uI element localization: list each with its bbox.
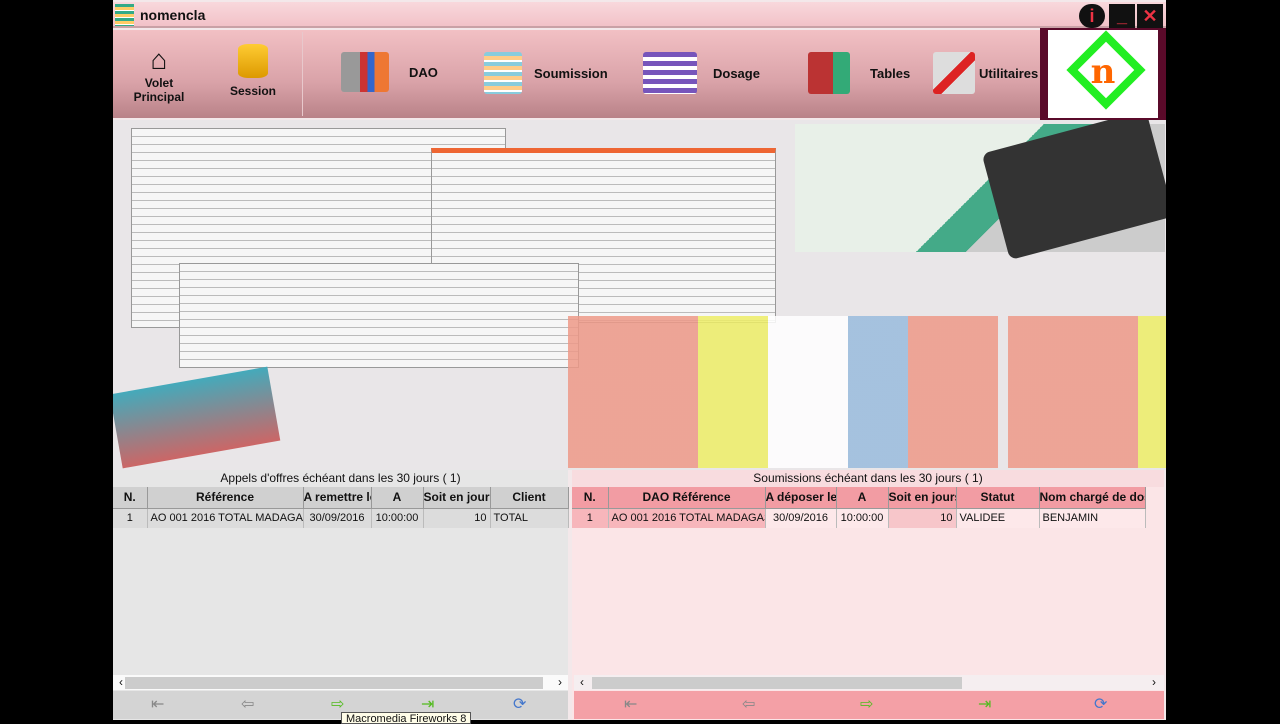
refresh-button[interactable]: ⟳	[513, 696, 526, 714]
scroll-left-icon[interactable]: ‹	[580, 675, 584, 690]
toolbar-separator	[302, 32, 303, 116]
scroll-right-icon[interactable]: ›	[1152, 675, 1156, 690]
utilitaires-button[interactable]: Utilitaires	[933, 52, 1038, 94]
column-header[interactable]: Soit en jours	[888, 487, 957, 509]
close-button[interactable]: ✕	[1137, 4, 1163, 28]
column-header[interactable]: Client	[490, 487, 569, 509]
last-record-button[interactable]: ⇥	[978, 696, 991, 714]
dosage-button[interactable]: Dosage	[643, 52, 760, 94]
binders-icon	[341, 52, 389, 92]
app-window: nomencla i _ ✕ ⌂ Volet Principal Session…	[113, 0, 1166, 724]
minimize-button[interactable]: _	[1109, 4, 1135, 28]
appels-offres-panel: Appels d'offres échéant dans les 30 jour…	[113, 470, 569, 720]
panel-title: Soumissions échéant dans les 30 jours ( …	[572, 470, 1164, 487]
refresh-button[interactable]: ⟳	[1094, 696, 1107, 714]
soumission-button[interactable]: Soumission	[484, 52, 608, 94]
tables-icon	[808, 52, 850, 94]
form-icon	[643, 52, 697, 94]
table-row[interactable]: 1 AO 001 2016 TOTAL MADAGASCAR 30/09/201…	[113, 508, 569, 528]
tables-button[interactable]: Tables	[808, 52, 910, 94]
horizontal-scrollbar[interactable]: ‹ ›	[113, 675, 568, 690]
first-record-button[interactable]: ⇤	[151, 696, 164, 714]
tooltip: Macromedia Fireworks 8	[341, 712, 472, 724]
session-button[interactable]: Session	[223, 44, 283, 98]
column-header[interactable]: A	[371, 487, 424, 509]
navigation-bar: ⇤ ⇦ ⇨ ⇥ ⟳	[574, 691, 1164, 719]
panel-title: Appels d'offres échéant dans les 30 jour…	[220, 471, 461, 485]
banner-image	[113, 120, 1166, 470]
previous-record-button[interactable]: ⇦	[241, 696, 254, 714]
app-icon	[115, 4, 134, 26]
table-row[interactable]: 1 AO 001 2016 TOTAL MADAGASCAR 30/09/201…	[572, 508, 1146, 528]
info-button[interactable]: i	[1079, 4, 1105, 28]
column-header[interactable]: A remettre le	[303, 487, 372, 509]
scroll-left-icon[interactable]: ‹	[119, 675, 123, 690]
scroll-right-icon[interactable]: ›	[558, 675, 562, 690]
column-header[interactable]: Soit en jours	[423, 487, 491, 509]
column-header[interactable]: N.	[113, 487, 148, 509]
database-icon	[238, 44, 268, 78]
column-header[interactable]: Nom chargé de dos.	[1039, 487, 1146, 509]
column-header[interactable]: Statut	[956, 487, 1040, 509]
column-header[interactable]: A déposer le	[765, 487, 837, 509]
home-icon: ⌂	[150, 44, 168, 75]
column-header[interactable]: DAO Référence	[608, 487, 766, 509]
appels-offres-table: N. Référence A remettre le A Soit en jou…	[113, 487, 569, 528]
dao-button[interactable]: DAO	[341, 52, 438, 92]
window-title: nomencla	[140, 7, 206, 23]
next-record-button[interactable]: ⇨	[860, 696, 873, 714]
title-bar: nomencla i _ ✕	[113, 2, 1166, 28]
app-logo: n	[1040, 28, 1166, 120]
previous-record-button[interactable]: ⇦	[742, 696, 755, 714]
first-record-button[interactable]: ⇤	[624, 696, 637, 714]
column-header[interactable]: Référence	[147, 487, 304, 509]
spreadsheet-icon	[484, 52, 522, 94]
swiss-knife-icon	[933, 52, 975, 94]
soumissions-table: N. DAO Référence A déposer le A Soit en …	[572, 487, 1146, 528]
main-toolbar: ⌂ Volet Principal Session DAO Soumission…	[113, 30, 1166, 118]
horizontal-scrollbar[interactable]: ‹ ›	[574, 675, 1164, 690]
column-header[interactable]: A	[836, 487, 889, 509]
volet-principal-button[interactable]: ⌂ Volet Principal	[119, 44, 199, 104]
column-header[interactable]: N.	[572, 487, 609, 509]
soumissions-panel: Soumissions échéant dans les 30 jours ( …	[572, 470, 1164, 720]
